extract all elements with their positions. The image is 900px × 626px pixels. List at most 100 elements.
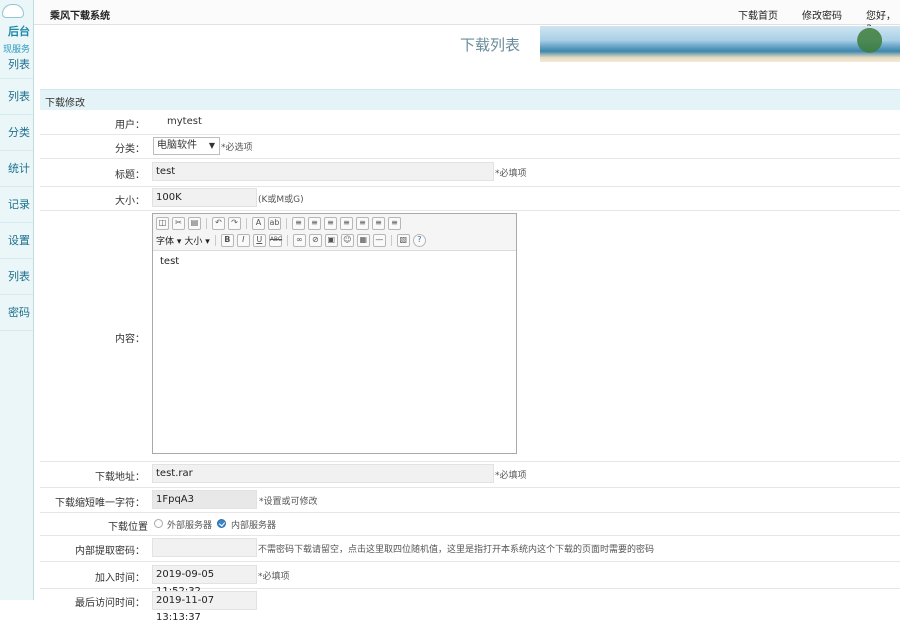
header-banner-image xyxy=(540,26,900,62)
font-size-dropdown[interactable]: 大小 ▾ xyxy=(184,234,209,247)
undo-icon[interactable]: ↶ xyxy=(212,217,225,230)
highlight-icon[interactable]: ab xyxy=(268,217,281,230)
title-hint: *必填项 xyxy=(495,169,527,179)
sidebar-item[interactable]: 列表 xyxy=(0,259,33,295)
last-visit-label: 最后访问时间： xyxy=(75,598,145,609)
bold-button[interactable]: B xyxy=(220,234,234,247)
sidebar-item[interactable]: 列表 xyxy=(0,52,33,79)
editor-content[interactable]: test xyxy=(160,256,179,267)
paste-icon[interactable]: ▤ xyxy=(188,217,201,230)
toolbar-divider xyxy=(246,218,247,229)
title-label: 标题： xyxy=(115,170,145,181)
category-selected: 电脑软件 xyxy=(157,140,197,151)
editor-toolbar: ◫ ✂ ▤ ↶ ↷ A ab ≡ ≡ ≡ ≡ ≡ ≡ ≡ 字体 ▾ 大小 ▾ B… xyxy=(153,214,516,251)
cut-icon[interactable]: ✂ xyxy=(172,217,185,230)
ordered-list-icon[interactable]: ≡ xyxy=(292,217,305,230)
font-family-dropdown[interactable]: 字体 ▾ xyxy=(156,234,181,247)
source-icon[interactable]: ◫ xyxy=(156,217,169,230)
underline-button[interactable]: U xyxy=(252,234,266,247)
form-row-extract-code: 内部提取密码： 不需密码下载请留空，点击这里取四位随机值，这里是指打开本系统内这… xyxy=(40,535,900,562)
form-row-added-time: 加入时间： 2019-09-05 11:52:32 *必填项 xyxy=(40,561,900,597)
align-center-icon[interactable]: ≡ xyxy=(372,217,385,230)
align-right-icon[interactable]: ≡ xyxy=(388,217,401,230)
extract-code-input[interactable] xyxy=(152,538,257,557)
image-icon[interactable]: ▣ xyxy=(324,234,338,247)
sidebar-item[interactable]: 列表 xyxy=(0,79,33,115)
size-hint: (K或M或G) xyxy=(258,195,304,205)
content-label: 内容： xyxy=(115,334,145,345)
toolbar-divider xyxy=(214,235,216,246)
extract-code-hint: 不需密码下载请留空，点击这里取四位随机值，这里是指打开本系统内这个下载的页面时需… xyxy=(258,542,654,555)
title-input[interactable]: test xyxy=(152,162,494,181)
location-label: 下载位置 xyxy=(108,522,148,533)
toolbar-divider xyxy=(390,235,392,246)
indent-icon[interactable]: ≡ xyxy=(340,217,353,230)
sidebar-item[interactable]: 分类 xyxy=(0,115,33,151)
preview-icon[interactable]: ▧ xyxy=(396,234,410,247)
size-label: 大小： xyxy=(115,196,145,207)
strikethrough-button[interactable]: ABC xyxy=(268,234,282,247)
horizontal-rule-icon[interactable]: — xyxy=(372,234,386,247)
link-icon[interactable]: ∞ xyxy=(292,234,306,247)
category-hint: *必选项 xyxy=(221,143,253,153)
download-url-input[interactable]: test.rar xyxy=(152,464,494,483)
toolbar-divider xyxy=(206,218,207,229)
palm-tree-image xyxy=(842,26,888,62)
sidebar-brand: 后台 xyxy=(8,25,30,38)
font-size-label: 大小 xyxy=(184,237,203,247)
download-url-hint: *必填项 xyxy=(495,471,527,481)
sidebar-item[interactable]: 统计 xyxy=(0,151,33,187)
system-name: 乘风下载系统 xyxy=(50,11,110,22)
random-code-link[interactable]: 点击这里取四位随机值 xyxy=(348,545,438,555)
download-url-label: 下载地址： xyxy=(95,472,145,483)
form-row-location: 下载位置 外部服务器 内部服务器 xyxy=(40,512,900,536)
unordered-list-icon[interactable]: ≡ xyxy=(308,217,321,230)
sidebar-item[interactable]: 密码 xyxy=(0,295,33,331)
radio-internal-server-label[interactable]: 内部服务器 xyxy=(231,518,276,531)
sidebar-brand-sub: 现服务 xyxy=(2,45,30,55)
redo-icon[interactable]: ↷ xyxy=(228,217,241,230)
rich-text-editor[interactable]: ◫ ✂ ▤ ↶ ↷ A ab ≡ ≡ ≡ ≡ ≡ ≡ ≡ 字体 ▾ 大小 ▾ B… xyxy=(152,213,517,454)
sidebar-item[interactable]: 设置 xyxy=(0,223,33,259)
user-label: 用户： xyxy=(115,120,145,131)
category-select[interactable]: 电脑软件 ▼ xyxy=(153,137,220,155)
page-title: 下载列表 xyxy=(460,36,521,54)
emoticon-icon[interactable]: ☺ xyxy=(340,234,354,247)
extract-code-hint-pre: 不需密码下载请留空， xyxy=(258,545,349,555)
size-input[interactable]: 100K xyxy=(152,188,257,207)
extract-code-label: 内部提取密码： xyxy=(75,546,145,557)
sidebar-item[interactable]: 记录 xyxy=(0,187,33,223)
align-left-icon[interactable]: ≡ xyxy=(356,217,369,230)
outdent-icon[interactable]: ≡ xyxy=(324,217,337,230)
table-icon[interactable]: ▦ xyxy=(356,234,370,247)
section-header: 下载修改 xyxy=(40,89,900,110)
unlink-icon[interactable]: ⊘ xyxy=(308,234,322,247)
nav-download-home-link[interactable]: 下载首页 xyxy=(738,7,778,22)
added-time-input[interactable]: 2019-09-05 11:52:32 xyxy=(152,565,257,597)
chevron-down-icon: ▼ xyxy=(208,141,215,150)
form-row-category: 分类： 电脑软件 ▼ *必选项 xyxy=(40,134,900,159)
cloud-icon xyxy=(2,4,24,18)
added-time-label: 加入时间： xyxy=(95,573,145,584)
font-color-icon[interactable]: A xyxy=(252,217,265,230)
added-time-hint: *必填项 xyxy=(258,572,290,582)
italic-button[interactable]: I xyxy=(236,234,250,247)
last-visit-input[interactable]: 2019-11-07 13:13:37 xyxy=(152,591,257,623)
help-icon[interactable]: ? xyxy=(412,234,426,247)
radio-external-server-label[interactable]: 外部服务器 xyxy=(167,518,212,531)
form-row-size: 大小： 100K (K或M或G) xyxy=(40,186,900,211)
nav-change-password-link[interactable]: 修改密码 xyxy=(802,7,842,22)
user-value: mytest xyxy=(167,116,202,127)
toolbar-divider xyxy=(286,218,287,229)
category-label: 分类： xyxy=(115,144,145,155)
radio-external-server[interactable] xyxy=(154,519,163,528)
font-family-label: 字体 xyxy=(156,237,175,247)
radio-internal-server[interactable] xyxy=(217,519,226,528)
form-row-download-url: 下载地址： test.rar *必填项 xyxy=(40,461,900,488)
section-title: 下载修改 xyxy=(45,98,85,109)
short-code-input[interactable]: 1FpqA3 xyxy=(152,490,257,509)
sidebar: 后台 现服务 列表 列表 分类 统计 记录 设置 列表 密码 xyxy=(0,0,34,600)
short-code-hint: *设置或可修改 xyxy=(259,497,318,507)
form-row-title: 标题： test *必填项 xyxy=(40,158,900,187)
extract-code-hint-post: ，这里是指打开本系统内这个下载的页面时需要的密码 xyxy=(438,545,655,555)
